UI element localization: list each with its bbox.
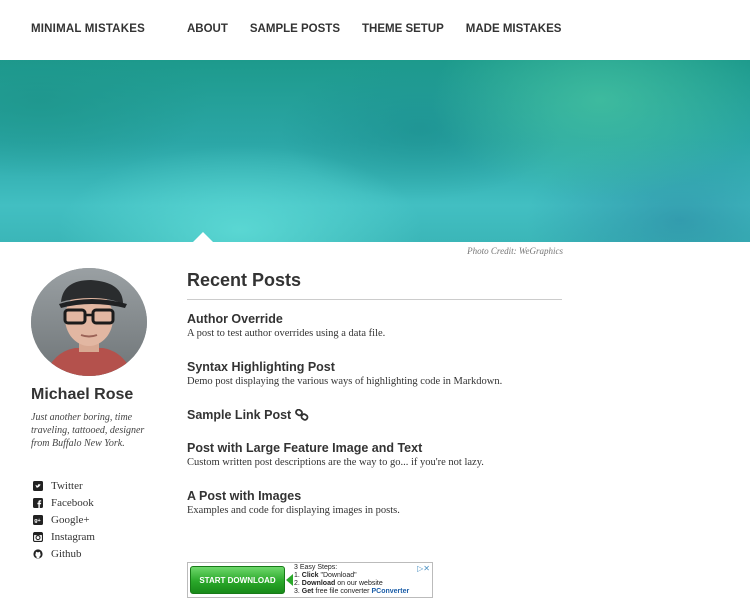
nav-links: ABOUT SAMPLE POSTS THEME SETUP MADE MIST… xyxy=(187,23,583,35)
start-download-button[interactable]: START DOWNLOAD xyxy=(190,566,285,594)
top-navbar: MINIMAL MISTAKES ABOUT SAMPLE POSTS THEM… xyxy=(0,0,750,60)
recent-posts-heading: Recent Posts xyxy=(187,270,302,290)
ad-line: 3 Easy Steps: xyxy=(294,564,338,571)
post-excerpt: Custom written post descriptions are the… xyxy=(187,457,484,468)
svg-text:g+: g+ xyxy=(34,518,41,524)
post-title-link[interactable]: Syntax Highlighting Post xyxy=(187,360,502,374)
instagram-icon xyxy=(33,531,43,542)
post-item: Post with Large Feature Image and Text C… xyxy=(187,441,484,468)
ad-close-icon[interactable]: ▷✕ xyxy=(417,564,430,573)
post-excerpt: Examples and code for displaying images … xyxy=(187,505,400,516)
social-label: Twitter xyxy=(51,479,83,492)
social-link-github[interactable]: Github xyxy=(33,545,95,562)
post-title-link[interactable]: Post with Large Feature Image and Text xyxy=(187,441,484,455)
nav-link-sample-posts[interactable]: SAMPLE POSTS xyxy=(250,23,340,35)
post-title-link[interactable]: Sample Link Post xyxy=(187,408,309,422)
post-title-link[interactable]: Author Override xyxy=(187,312,385,326)
arrow-icon xyxy=(286,574,293,586)
ad-line: 1. Click "Download" xyxy=(294,572,357,579)
github-icon xyxy=(33,548,43,559)
avatar-portrait xyxy=(31,268,147,376)
advertisement-banner[interactable]: START DOWNLOAD 3 Easy Steps: 1. Click "D… xyxy=(187,562,433,598)
nav-link-made-mistakes[interactable]: MADE MISTAKES xyxy=(466,23,562,35)
nav-link-theme-setup[interactable]: THEME SETUP xyxy=(362,23,444,35)
post-item: Sample Link Post xyxy=(187,408,309,422)
google-plus-icon: g+ xyxy=(33,514,43,525)
hero-notch xyxy=(192,232,214,243)
social-link-instagram[interactable]: Instagram xyxy=(33,528,95,545)
post-excerpt: A post to test author overrides using a … xyxy=(187,328,386,339)
site-title[interactable]: MINIMAL MISTAKES xyxy=(31,23,145,35)
nav-link-about[interactable]: ABOUT xyxy=(187,23,228,35)
ad-line: 2. Download on our website xyxy=(294,580,383,587)
ad-brand-logo: PConverter xyxy=(371,588,410,595)
facebook-icon xyxy=(33,497,43,508)
post-title-link[interactable]: A Post with Images xyxy=(187,489,400,503)
link-icon xyxy=(295,409,309,421)
author-bio: Just another boring, time traveling, tat… xyxy=(31,412,145,449)
hero-feature-image xyxy=(0,60,750,242)
post-title-text: Sample Link Post xyxy=(187,408,292,422)
social-links: Twitter Facebook g+ Google+ Instagram Gi… xyxy=(33,477,95,562)
ad-steps-text: 3 Easy Steps: 1. Click "Download" 2. Dow… xyxy=(294,564,409,596)
social-label: Instagram xyxy=(51,530,95,543)
photo-credit: Photo Credit: WeGraphics xyxy=(467,246,563,256)
social-label: Facebook xyxy=(51,496,94,509)
author-name: Michael Rose xyxy=(31,386,134,403)
social-label: Google+ xyxy=(51,513,90,526)
ad-line: 3. Get free file converter PConverter xyxy=(294,588,410,595)
social-link-google-plus[interactable]: g+ Google+ xyxy=(33,511,95,528)
social-link-facebook[interactable]: Facebook xyxy=(33,494,95,511)
social-label: Github xyxy=(51,547,82,560)
social-link-twitter[interactable]: Twitter xyxy=(33,477,95,494)
post-item: Syntax Highlighting Post Demo post displ… xyxy=(187,360,502,387)
avatar xyxy=(31,268,147,376)
twitter-icon xyxy=(33,480,43,491)
post-item: Author Override A post to test author ov… xyxy=(187,312,385,339)
post-item: A Post with Images Examples and code for… xyxy=(187,489,400,516)
post-excerpt: Demo post displaying the various ways of… xyxy=(187,376,503,387)
heading-divider xyxy=(187,299,562,300)
